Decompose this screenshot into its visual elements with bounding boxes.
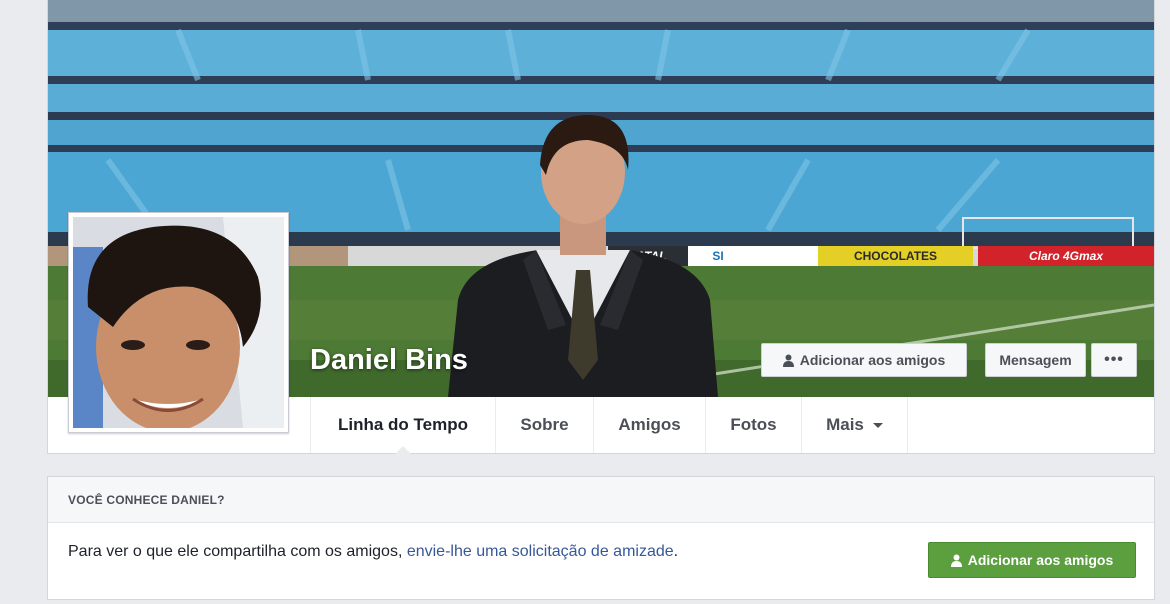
- message-button[interactable]: Mensagem: [985, 343, 1086, 377]
- add-friend-green-button[interactable]: Adicionar aos amigos: [928, 542, 1136, 578]
- more-dots-icon: •••: [1104, 351, 1124, 368]
- know-text-prefix: Para ver o que ele compartilha com os am…: [68, 543, 407, 560]
- know-person-card: VOCÊ CONHECE DANIEL? Para ver o que ele …: [47, 476, 1155, 600]
- profile-face-illustration: [73, 217, 284, 428]
- add-friend-label: Adicionar aos amigos: [799, 352, 946, 368]
- tab-label: Linha do Tempo: [337, 415, 468, 434]
- tab-friends[interactable]: Amigos: [593, 397, 705, 453]
- message-label: Mensagem: [999, 352, 1072, 368]
- profile-picture[interactable]: [68, 212, 289, 433]
- tab-label: Mais: [826, 415, 864, 434]
- green-button-label: Adicionar aos amigos: [967, 552, 1114, 568]
- tab-timeline[interactable]: Linha do Tempo: [310, 397, 495, 454]
- tab-more[interactable]: Mais: [801, 397, 908, 453]
- profile-header-card: CHOCOLATES Claro 4Gmax FATAL SI Daniel B…: [47, 0, 1155, 454]
- friend-request-link[interactable]: envie-lhe uma solicitação de amizade: [407, 543, 674, 560]
- profile-picture-image: [73, 217, 284, 428]
- add-friend-icon: [950, 554, 962, 567]
- tab-label: Fotos: [730, 415, 777, 434]
- tab-label: Amigos: [618, 415, 681, 434]
- profile-name: Daniel Bins: [310, 344, 468, 376]
- person-in-suit: [448, 115, 718, 397]
- tab-label: Sobre: [520, 415, 569, 434]
- know-text-suffix: .: [673, 543, 679, 560]
- ad-chocolates: CHOCOLATES: [853, 249, 938, 263]
- know-card-heading: VOCÊ CONHECE DANIEL?: [48, 477, 1154, 523]
- tab-photos[interactable]: Fotos: [705, 397, 801, 453]
- ad-claro: Claro 4Gmax: [1028, 249, 1104, 263]
- caret-down-icon: [872, 422, 883, 428]
- tab-about[interactable]: Sobre: [495, 397, 593, 453]
- profile-tabs: Linha do Tempo Sobre Amigos Fotos Mais: [310, 397, 908, 454]
- add-friend-icon: [782, 354, 794, 367]
- add-friend-button[interactable]: Adicionar aos amigos: [761, 343, 967, 377]
- know-card-text: Para ver o que ele compartilha com os am…: [68, 543, 678, 561]
- more-options-button[interactable]: •••: [1091, 343, 1137, 377]
